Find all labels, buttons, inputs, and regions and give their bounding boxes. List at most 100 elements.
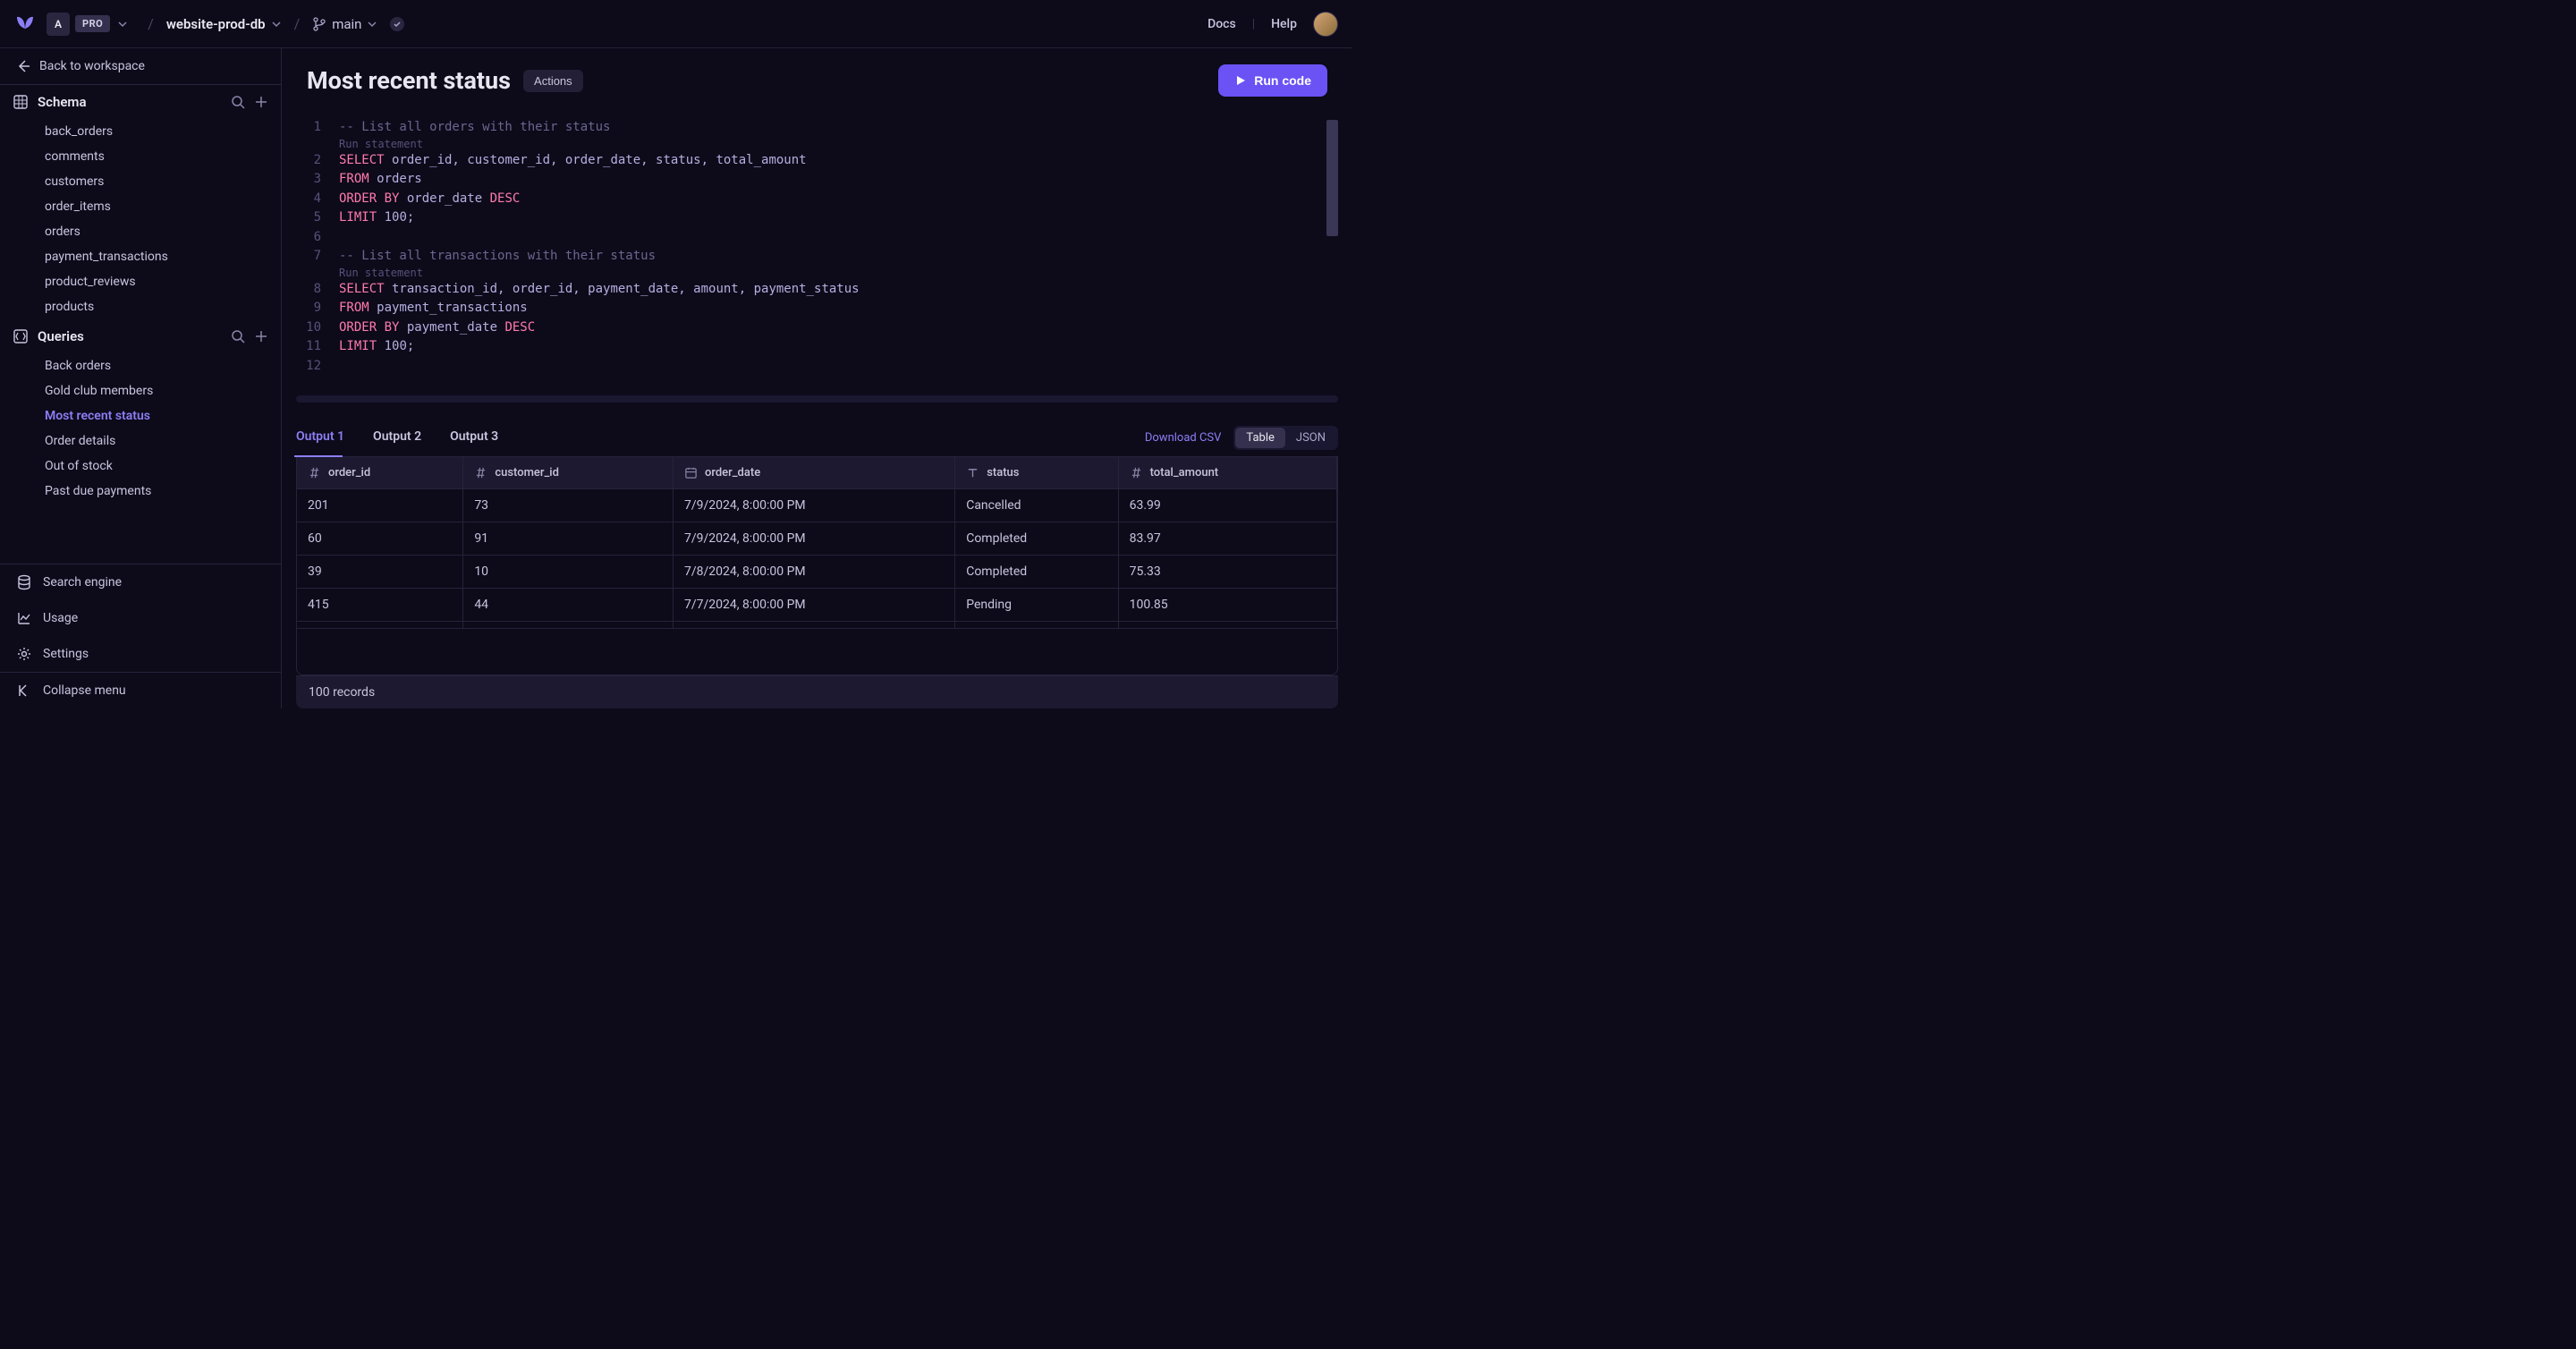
database-icon: [16, 574, 32, 590]
run-statement-link[interactable]: Run statement: [296, 267, 1338, 279]
editor-h-scrollbar[interactable]: [296, 395, 1338, 403]
editor-scrollbar[interactable]: [1326, 120, 1338, 236]
help-link[interactable]: Help: [1271, 17, 1297, 31]
records-count: 100 records: [296, 675, 1338, 708]
schema-item[interactable]: product_reviews: [0, 269, 281, 294]
queries-header: Queries: [38, 328, 84, 344]
line-number: 6: [296, 228, 339, 248]
query-item[interactable]: Past due payments: [0, 479, 281, 504]
usage-nav[interactable]: Usage: [0, 600, 281, 636]
run-code-button[interactable]: Run code: [1218, 64, 1327, 97]
output-tab[interactable]: Output 2: [373, 419, 432, 456]
run-label: Run code: [1254, 73, 1311, 88]
table-cell: 73: [463, 489, 674, 522]
column-header[interactable]: total_amount: [1118, 457, 1336, 489]
plus-icon[interactable]: [254, 95, 268, 109]
search-icon[interactable]: [231, 95, 245, 109]
column-header[interactable]: status: [955, 457, 1118, 489]
plus-icon[interactable]: [254, 329, 268, 344]
code-line-content[interactable]: SELECT order_id, customer_id, order_date…: [339, 151, 807, 171]
db-name-label: website-prod-db: [166, 16, 266, 32]
schema-item[interactable]: orders: [0, 219, 281, 244]
table-row[interactable]: 60917/9/2024, 8:00:00 PMCompleted83.97: [297, 522, 1337, 556]
docs-link[interactable]: Docs: [1208, 17, 1236, 31]
line-number: 2: [296, 151, 339, 171]
table-cell: 415: [297, 589, 463, 622]
query-item[interactable]: Gold club members: [0, 378, 281, 403]
schema-item[interactable]: products: [0, 294, 281, 319]
settings-nav[interactable]: Settings: [0, 636, 281, 672]
schema-item[interactable]: back_orders: [0, 119, 281, 144]
table-row[interactable]: 39107/8/2024, 8:00:00 PMCompleted75.33: [297, 556, 1337, 589]
branch-selector[interactable]: main: [312, 16, 377, 32]
output-tab[interactable]: Output 3: [450, 419, 509, 456]
table-cell: 91: [463, 522, 674, 556]
line-number: 1: [296, 118, 339, 138]
code-line-content[interactable]: FROM orders: [339, 170, 422, 190]
view-toggle: Table JSON: [1233, 426, 1338, 450]
actions-button[interactable]: Actions: [523, 70, 583, 92]
search-engine-nav[interactable]: Search engine: [0, 564, 281, 600]
code-line-content[interactable]: ORDER BY order_date DESC: [339, 190, 520, 209]
play-icon: [1234, 74, 1247, 87]
table-cell: 7/9/2024, 8:00:00 PM: [674, 489, 955, 522]
schema-header: Schema: [38, 94, 87, 110]
table-cell: 75.33: [1118, 556, 1336, 589]
column-header[interactable]: customer_id: [463, 457, 674, 489]
table-row[interactable]: 201737/9/2024, 8:00:00 PMCancelled63.99: [297, 489, 1337, 522]
column-header[interactable]: order_id: [297, 457, 463, 489]
schema-item[interactable]: order_items: [0, 194, 281, 219]
column-header[interactable]: order_date: [674, 457, 955, 489]
breadcrumb-sep: /: [148, 15, 154, 32]
workspace-badge[interactable]: A: [47, 13, 70, 36]
code-line-content[interactable]: FROM payment_transactions: [339, 299, 528, 318]
schema-icon: [13, 94, 29, 110]
query-item[interactable]: Most recent status: [0, 403, 281, 428]
line-number: 4: [296, 190, 339, 209]
code-line-content[interactable]: ORDER BY payment_date DESC: [339, 318, 535, 338]
collapse-menu[interactable]: Collapse menu: [0, 672, 281, 708]
download-csv-link[interactable]: Download CSV: [1145, 431, 1222, 445]
settings-label: Settings: [43, 647, 89, 661]
schema-item[interactable]: payment_transactions: [0, 244, 281, 269]
output-tab[interactable]: Output 1: [296, 419, 355, 456]
chevron-down-icon[interactable]: [117, 19, 128, 30]
schema-item[interactable]: comments: [0, 144, 281, 169]
query-item[interactable]: Out of stock: [0, 454, 281, 479]
search-engine-label: Search engine: [43, 575, 122, 590]
query-item[interactable]: Back orders: [0, 353, 281, 378]
code-line-content[interactable]: -- List all transactions with their stat…: [339, 247, 656, 267]
table-cell: 100.85: [1118, 589, 1336, 622]
num-type-icon: [1130, 466, 1143, 479]
arrow-left-icon: [16, 59, 30, 73]
code-line-content[interactable]: -- List all orders with their status: [339, 118, 610, 138]
app-logo-icon[interactable]: [14, 13, 36, 35]
schema-item[interactable]: customers: [0, 169, 281, 194]
database-selector[interactable]: website-prod-db: [166, 16, 282, 32]
back-label: Back to workspace: [39, 59, 145, 73]
table-cell: Pending: [955, 589, 1118, 622]
table-row[interactable]: [297, 622, 1337, 629]
line-number: 11: [296, 337, 339, 357]
line-number: 9: [296, 299, 339, 318]
table-cell: 10: [463, 556, 674, 589]
run-statement-link[interactable]: Run statement: [296, 138, 1338, 150]
json-toggle[interactable]: JSON: [1285, 428, 1336, 448]
line-number: 8: [296, 280, 339, 300]
query-item[interactable]: Order details: [0, 428, 281, 454]
status-ok-icon: [390, 17, 404, 31]
code-line-content[interactable]: SELECT transaction_id, order_id, payment…: [339, 280, 860, 300]
table-cell: Completed: [955, 556, 1118, 589]
table-cell: 7/9/2024, 8:00:00 PM: [674, 522, 955, 556]
code-line-content[interactable]: LIMIT 100;: [339, 208, 414, 228]
user-avatar[interactable]: [1313, 12, 1338, 37]
code-editor[interactable]: 1-- List all orders with their statusRun…: [296, 118, 1338, 395]
chart-icon: [16, 610, 32, 626]
search-icon[interactable]: [231, 329, 245, 344]
table-row[interactable]: 415447/7/2024, 8:00:00 PMPending100.85: [297, 589, 1337, 622]
line-number: 3: [296, 170, 339, 190]
back-to-workspace[interactable]: Back to workspace: [0, 48, 281, 85]
table-toggle[interactable]: Table: [1235, 428, 1284, 448]
gear-icon: [16, 646, 32, 662]
code-line-content[interactable]: LIMIT 100;: [339, 337, 414, 357]
